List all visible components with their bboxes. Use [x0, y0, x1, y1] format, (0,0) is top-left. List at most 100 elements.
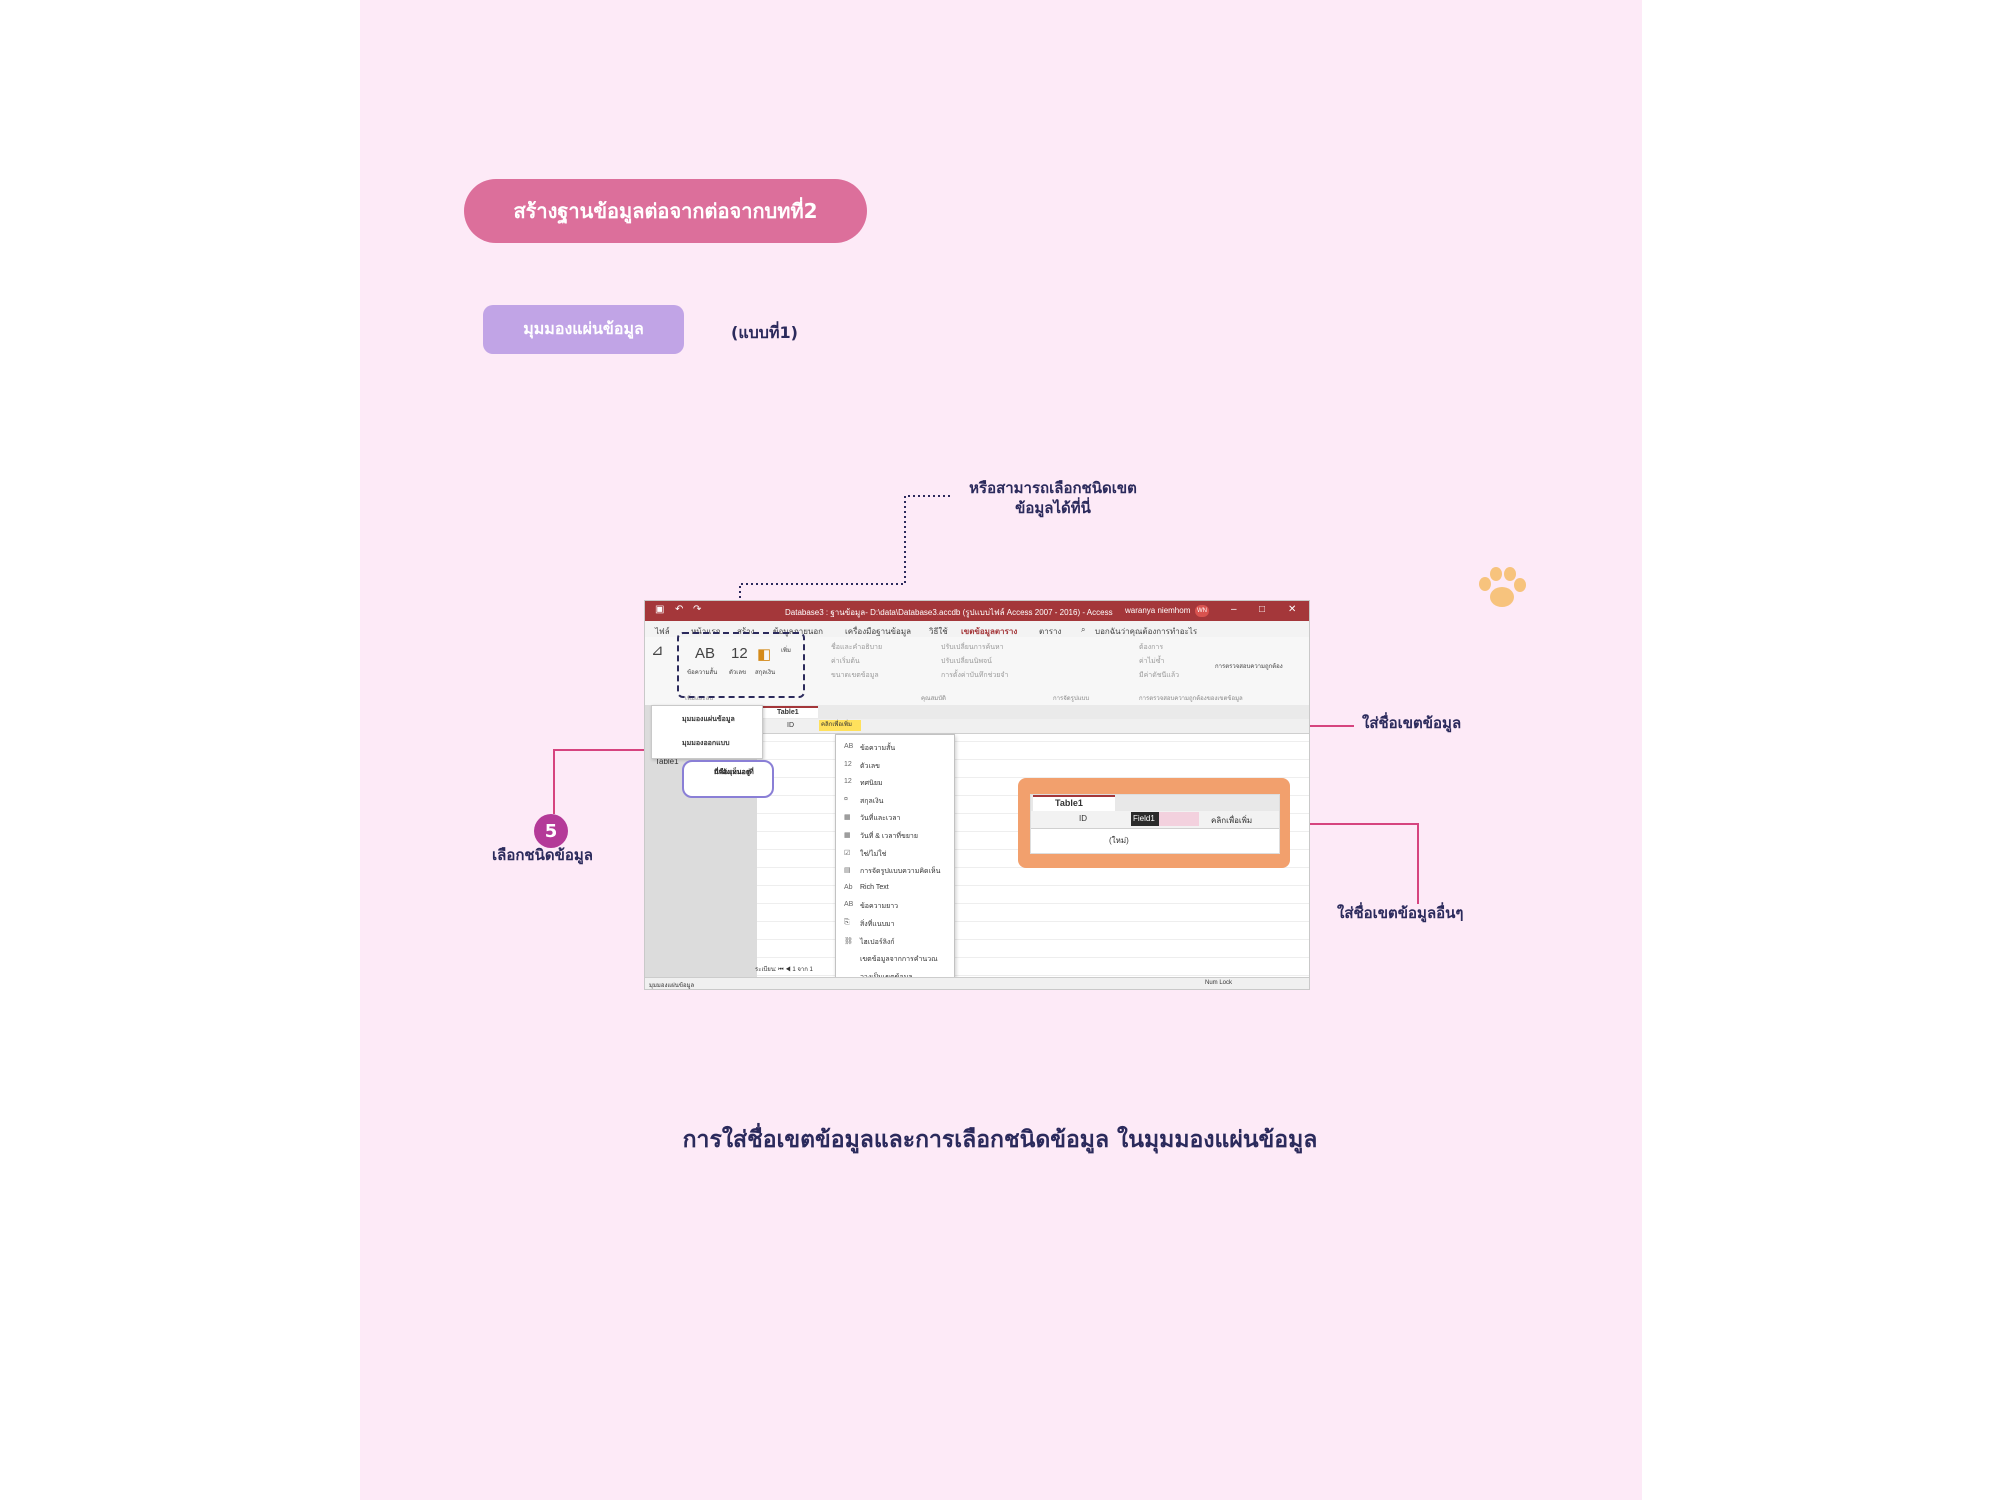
annotation-line2: ข้อมูลได้ที่นี่	[1015, 499, 1091, 517]
group-format-label: การจัดรูปแบบ	[1053, 696, 1090, 702]
inset-new-row: (ใหม่)	[1109, 836, 1129, 845]
title-bar: ▣ ↶ ↷ Database3 : ฐานข้อมูล- D:\data\Dat…	[645, 601, 1309, 621]
field-name-inset: Table1 ID Field1 คลิกเพื่อเพิ่ม (ใหม่)	[1018, 778, 1290, 868]
field-type-option-label: ข้อความยาว	[860, 903, 899, 911]
field-type-option-icon: ▦	[844, 832, 851, 839]
click-to-add-column[interactable]: คลิกเพื่อเพิ่ม	[819, 720, 861, 731]
field-type-option-icon: ▦	[844, 814, 851, 822]
tab-table1[interactable]: Table1	[763, 706, 818, 718]
field-type-option[interactable]: ▦ วันที่และเวลา	[836, 809, 954, 827]
callout-line2: กำลังเห็นอยู่	[714, 768, 750, 776]
field-type-option-label: ใช่/ไม่ใช่	[860, 850, 887, 858]
field-type-option-icon: ☑	[844, 849, 851, 857]
field-type-highlight-box	[677, 632, 805, 698]
inset-tab-bar: Table1	[1031, 795, 1279, 811]
user-avatar[interactable]: WN	[1195, 605, 1209, 617]
field-type-option-icon: 12	[844, 778, 852, 786]
annotation-line1: หรือสามารถเลือกชนิดเขต	[969, 479, 1137, 497]
column-header-row: ID คลิกเพื่อเพิ่ม	[757, 719, 1309, 734]
unique-checkbox[interactable]: ค่าไม่ซ้ำ	[1139, 655, 1179, 669]
field-type-option[interactable]: ¤ สกุลเงิน	[836, 792, 954, 810]
indexed-checkbox[interactable]: มีค่าดัชนีแล้ว	[1139, 669, 1179, 683]
user-name: waranya niemhom	[1125, 606, 1191, 615]
default-value-button[interactable]: ค่าเริ่มต้น	[831, 655, 882, 669]
inset-click-to-add[interactable]: คลิกเพื่อเพิ่ม	[1211, 814, 1252, 827]
modify-lookups-button[interactable]: ปรับเปลี่ยนการค้นหา	[941, 641, 1008, 655]
memo-settings-button[interactable]: การตั้งค่าบันทึกช่วยจำ	[941, 669, 1008, 683]
lookups-group: ปรับเปลี่ยนการค้นหา ปรับเปลี่ยนนิพจน์ กา…	[941, 641, 1008, 683]
field-type-option[interactable]: ⎘ สิ่งที่แนบมา	[836, 915, 954, 933]
view-menu-design[interactable]: มุมมองออกแบบ	[682, 738, 730, 749]
document-tabs: Table1	[757, 705, 1309, 720]
paw-print-icon	[1479, 567, 1526, 607]
save-icon[interactable]: ▣	[655, 604, 664, 615]
field-type-option-label: Rich Text	[860, 883, 889, 891]
status-left: มุมมองแผ่นข้อมูล	[649, 983, 695, 989]
view-menu-datasheet[interactable]: มุมมองแผ่นข้อมูล	[682, 714, 735, 725]
group-validation-label: การตรวจสอบความถูกต้องของเขตข้อมูล	[1139, 696, 1243, 702]
field-type-dropdown: AB ข้อความสั้น 12 ตัวเลข 12 ทศนิยม ¤ สกุลเงิน ▦ ว…	[835, 734, 955, 988]
field-type-option[interactable]: 12 ตัวเลข	[836, 757, 954, 775]
field-type-option-label: ทศนิยม	[860, 780, 883, 788]
field-type-option-label: เขตข้อมูลจากการคำนวณ	[860, 956, 938, 964]
required-checkbox[interactable]: ต้องการ	[1139, 641, 1179, 655]
inset-header-row: ID Field1 คลิกเพื่อเพิ่ม	[1031, 811, 1279, 829]
step-number-badge: 5	[534, 814, 568, 848]
name-caption-button[interactable]: ชื่อและคำอธิบาย	[831, 641, 882, 655]
modify-expression-button[interactable]: ปรับเปลี่ยนนิพจน์	[941, 655, 1008, 669]
window-title: Database3 : ฐานข้อมูล- D:\data\Database3…	[785, 608, 1113, 617]
redo-icon[interactable]: ↷	[693, 604, 701, 615]
annotation-choose-type-ribbon: หรือสามารถเลือกชนิดเขต ข้อมูลได้ที่นี่	[948, 478, 1158, 518]
field-type-option-icon: AB	[844, 901, 854, 909]
inset-table: Table1 ID Field1 คลิกเพื่อเพิ่ม (ใหม่)	[1030, 794, 1280, 854]
annotation-other-field: ใส่ชื่อเขตข้อมูลอื่นๆ	[1337, 904, 1464, 922]
annotation-choose-type: เลือกชนิดข้อมูล	[492, 846, 593, 864]
inset-tab-table1[interactable]: Table1	[1033, 795, 1115, 811]
slide-caption: การใส่ชื่อเขตข้อมูลและการเลือกชนิดข้อมูล…	[682, 1127, 1318, 1153]
undo-icon[interactable]: ↶	[675, 604, 683, 615]
field-type-option[interactable]: ▦ วันที่ & เวลาที่ขยาย	[836, 827, 954, 845]
field-type-option-label: การจัดรูปแบบความคิดเห็น	[860, 868, 941, 876]
field-type-option[interactable]: ⛓ ไฮเปอร์ลิงก์	[836, 933, 954, 951]
field-type-option-label: วันที่ & เวลาที่ขยาย	[860, 833, 918, 840]
field-type-option[interactable]: 12 ทศนิยม	[836, 774, 954, 792]
close-icon[interactable]: ✕	[1288, 604, 1296, 615]
annotation-field-name: ใส่ชื่อเขตข้อมูล	[1362, 714, 1462, 732]
inset-col-id[interactable]: ID	[1079, 814, 1087, 823]
field-type-option-icon: ⛓	[844, 937, 853, 945]
field-type-option-label: ไฮเปอร์ลิงก์	[860, 938, 895, 946]
inset-field1-highlight	[1159, 812, 1199, 826]
validation-button[interactable]: การตรวจสอบความถูกต้อง	[1215, 661, 1283, 671]
field-type-option[interactable]: Ab Rich Text	[836, 880, 954, 898]
status-numlock: Num Lock	[1205, 980, 1233, 986]
properties-group: ชื่อและคำอธิบาย ค่าเริ่มต้น ขนาดเขตข้อมู…	[831, 641, 882, 683]
field-type-option-icon: AB	[844, 743, 854, 750]
field-type-option-label: วันที่และเวลา	[860, 815, 901, 823]
field-type-option[interactable]: ▤ การจัดรูปแบบความคิดเห็น	[836, 862, 954, 880]
field-type-option[interactable]: ☑ ใช่/ไม่ใช่	[836, 845, 954, 863]
field-type-option-icon: ¤	[844, 795, 848, 803]
column-id[interactable]: ID	[787, 722, 794, 729]
validation-checks: ต้องการ ค่าไม่ซ้ำ มีค่าดัชนีแล้ว	[1139, 641, 1179, 683]
field-size-button[interactable]: ขนาดเขตข้อมูล	[831, 669, 882, 683]
search-icon[interactable]: ⌕	[1081, 625, 1085, 635]
field-type-option-icon: 12	[844, 760, 852, 768]
view-icon[interactable]: ⊿	[651, 641, 664, 659]
field-type-option-icon: ⎘	[844, 919, 850, 926]
field-type-option-icon: Ab	[844, 883, 853, 891]
field-type-option[interactable]: AB ข้อความยาว	[836, 897, 954, 915]
field-type-option[interactable]: AB ข้อความสั้น	[836, 739, 954, 757]
status-bar: มุมมองแผ่นข้อมูล ระเบียน: ⏮ ◀ 1 จาก 1 Nu…	[645, 967, 1309, 989]
field-type-option-label: สกุลเงิน	[860, 797, 884, 805]
maximize-icon[interactable]: □	[1259, 604, 1265, 615]
view-dropdown-menu: มุมมองแผ่นข้อมูล มุมมองออกแบบ นี่คือมุมม…	[651, 705, 774, 798]
current-view-callout: นี่คือมุมมองที่ กำลังเห็นอยู่	[682, 760, 774, 798]
field-type-option-label: ตัวเลข	[860, 762, 880, 770]
field-type-option-label: ข้อความสั้น	[860, 745, 896, 752]
minimize-icon[interactable]: –	[1231, 604, 1237, 615]
field-type-option-label: สิ่งที่แนบมา	[860, 921, 895, 928]
field-type-option[interactable]: เขตข้อมูลจากการคำนวณ	[836, 950, 954, 968]
group-properties-label: คุณสมบัติ	[921, 696, 946, 702]
inset-field1-input[interactable]: Field1	[1131, 812, 1159, 826]
record-navigator[interactable]: ระเบียน: ⏮ ◀ 1 จาก 1	[755, 964, 813, 974]
